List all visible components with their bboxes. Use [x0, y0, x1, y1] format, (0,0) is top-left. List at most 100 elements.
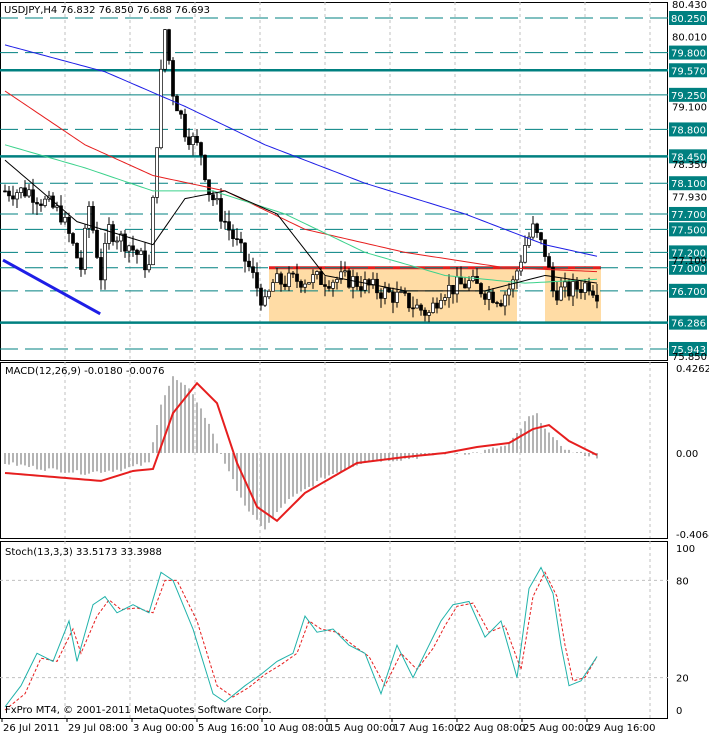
candle-body [303, 283, 307, 288]
candle-body [455, 276, 459, 295]
candle-body [567, 281, 571, 297]
candle-body [363, 279, 367, 291]
macd-bar [464, 453, 466, 455]
macd-bar [24, 453, 26, 466]
candle-body [307, 282, 311, 285]
macd-bar [544, 428, 546, 453]
candle-body [263, 296, 267, 306]
macd-bar [52, 453, 54, 469]
level-label: 77.700 [671, 210, 706, 221]
macd-bar [92, 453, 94, 472]
macd-bar [260, 453, 262, 526]
candle-body [79, 257, 83, 270]
macd-bar [584, 453, 586, 457]
macd-bar [488, 449, 490, 453]
candle-body [63, 216, 67, 223]
candle-body [127, 245, 131, 252]
level-label: 79.570 [671, 66, 706, 77]
level-label: 79.250 [671, 91, 706, 102]
time-label: 3 Aug 00:00 [133, 723, 194, 734]
candle-body [379, 292, 383, 299]
macd-bar [320, 453, 322, 478]
candle-body [559, 286, 563, 301]
candle-body [179, 110, 183, 115]
candle-body [519, 261, 523, 272]
symbol-header: USDJPY,H4 76.832 76.850 76.688 76.693 [4, 5, 210, 16]
candle-body [347, 270, 351, 288]
macd-bar [28, 453, 30, 467]
macd-bar [184, 384, 186, 453]
macd-bar [560, 445, 562, 453]
candle-body [23, 187, 27, 197]
candle-body [255, 272, 259, 289]
candle-body [443, 297, 447, 301]
macd-bar [476, 452, 478, 453]
candle-body [411, 307, 415, 310]
candle-body [187, 136, 191, 145]
candle-body [227, 221, 231, 231]
candle-body [319, 271, 323, 285]
candle-body [531, 223, 535, 238]
macd-tick: 0.00 [676, 449, 698, 460]
candle-body [359, 286, 363, 291]
macd-bar [216, 443, 218, 453]
macd-bar [252, 453, 254, 515]
candle-body [295, 273, 299, 282]
stoch-tick: 20 [676, 674, 689, 685]
candle-body [95, 229, 99, 258]
candle-body [475, 276, 479, 284]
macd-bar [484, 449, 486, 453]
macd-bar [312, 453, 314, 487]
macd-bar [224, 453, 226, 464]
macd-tick: 0.4262 [676, 364, 709, 375]
macd-bar [340, 453, 342, 472]
macd-bar [152, 442, 154, 453]
macd-bar [428, 453, 430, 454]
candle-body [591, 290, 595, 296]
macd-bar [192, 394, 194, 453]
chart-window[interactable]: 80.250 79.800 79.570 79.250 78.800 78.450 78.1… [0, 0, 709, 734]
level-label: 78.100 [671, 179, 706, 190]
macd-bar [576, 452, 578, 453]
macd-label: MACD(12,26,9) -0.0180 -0.0076 [5, 366, 165, 377]
macd-bar [220, 453, 222, 454]
macd-bar [148, 453, 150, 463]
macd-bar [500, 446, 502, 453]
macd-bar [284, 453, 286, 504]
macd-bar [212, 433, 214, 453]
macd-bar [76, 453, 78, 471]
macd-bar [524, 421, 526, 453]
macd-bar [72, 453, 74, 473]
copyright: FxPro MT4, © 2001-2011 MetaQuotes Softwa… [5, 705, 272, 716]
level-label: 78.800 [671, 125, 706, 136]
time-label: 29 Aug 16:00 [588, 723, 655, 734]
macd-bar [276, 453, 278, 512]
candle-body [235, 238, 239, 240]
candle-body [107, 224, 111, 244]
macd-bar [40, 453, 42, 470]
candle-body [587, 282, 591, 292]
candle-body [315, 271, 319, 275]
macd-bar [280, 453, 282, 508]
candle-body [71, 233, 75, 244]
candle-body [43, 198, 47, 206]
candle-body [215, 198, 219, 201]
macd-bar [208, 423, 210, 453]
candle-body [323, 284, 327, 287]
candle-body [27, 189, 31, 197]
candle-body [383, 287, 387, 299]
time-label: 5 Aug 16:00 [198, 723, 259, 734]
stoch-tick: 80 [676, 576, 689, 587]
candle-body [507, 288, 511, 296]
macd-bar [124, 453, 126, 469]
candle-body [427, 312, 431, 316]
chart-canvas[interactable]: 80.25079.80079.57079.25078.80078.45078.1… [0, 0, 709, 734]
candle-body [535, 223, 539, 233]
macd-bar [588, 453, 590, 457]
candle-body [579, 289, 583, 293]
macd-bar [536, 413, 538, 453]
macd-bar [272, 453, 274, 519]
candle-body [447, 284, 451, 298]
candle-body [239, 238, 243, 244]
time-label: 10 Aug 08:00 [263, 723, 330, 734]
